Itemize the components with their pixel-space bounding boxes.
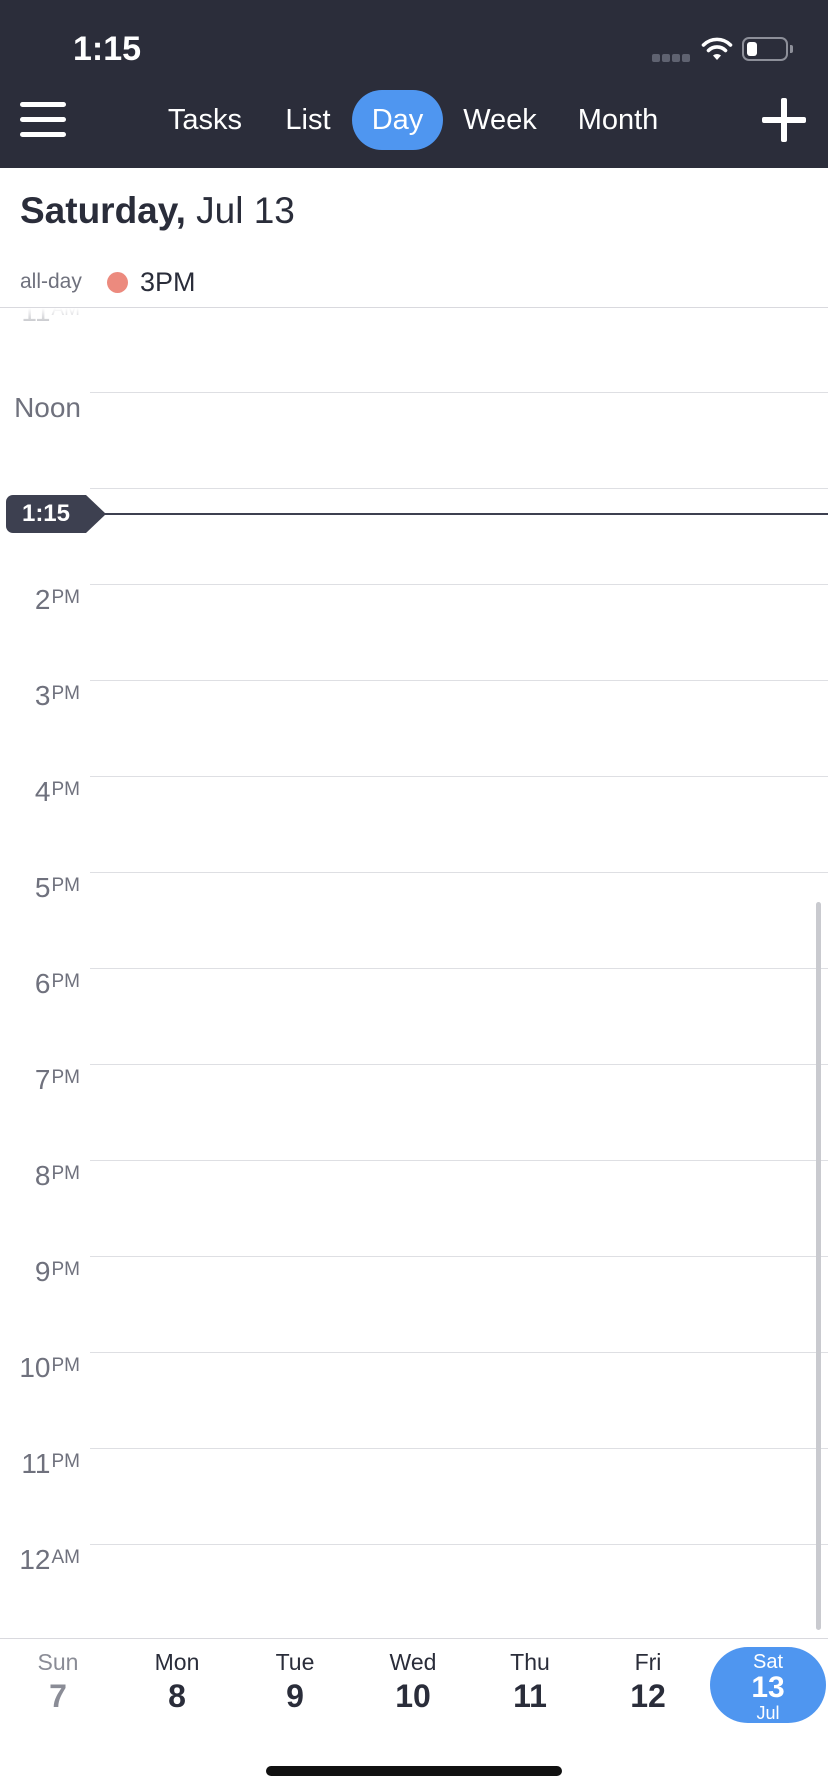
week-day-mon[interactable]: Mon 8 xyxy=(127,1648,227,1716)
hour-label-7pm: 7PM xyxy=(34,1064,80,1095)
all-day-event[interactable]: 3PM xyxy=(140,267,196,298)
week-day-thu[interactable]: Thu 11 xyxy=(480,1648,580,1716)
hour-label-8pm: 8PM xyxy=(34,1160,80,1191)
hour-line xyxy=(90,1448,828,1449)
week-day-wed[interactable]: Wed 10 xyxy=(363,1648,463,1716)
battery-level xyxy=(747,42,757,56)
tab-week[interactable]: Week xyxy=(457,90,543,150)
current-time-badge-pointer xyxy=(86,495,106,533)
week-day-fri[interactable]: Fri 12 xyxy=(598,1648,698,1716)
plus-icon[interactable] xyxy=(762,98,806,142)
tab-month[interactable]: Month xyxy=(568,90,668,150)
app-header: 1:15 Tasks List Day Week Month xyxy=(0,0,828,168)
tab-list[interactable]: List xyxy=(276,90,340,150)
event-color-dot-icon xyxy=(107,272,128,293)
tab-day[interactable]: Day xyxy=(352,90,443,150)
status-bar-time: 1:15 xyxy=(73,30,142,68)
week-day-tue[interactable]: Tue 9 xyxy=(245,1648,345,1716)
timeline-fade xyxy=(0,308,828,344)
current-time-line xyxy=(90,513,828,515)
hour-label-noon: Noon xyxy=(14,392,81,423)
week-day-sat-selected[interactable]: Sat 13 Jul xyxy=(710,1647,826,1723)
hour-label-3pm: 3PM xyxy=(34,680,80,711)
hour-label-11pm: 11PM xyxy=(21,1448,80,1479)
cellular-signal-icon xyxy=(652,54,692,62)
scrollbar[interactable] xyxy=(816,902,821,1630)
hour-line xyxy=(90,776,828,777)
hour-label-10pm: 10PM xyxy=(19,1352,80,1383)
hour-line xyxy=(90,968,828,969)
tab-tasks[interactable]: Tasks xyxy=(160,90,250,150)
hour-line xyxy=(90,1064,828,1065)
hour-label-5pm: 5PM xyxy=(34,872,80,903)
hour-line xyxy=(90,1160,828,1161)
hour-line xyxy=(90,1256,828,1257)
hour-label-4pm: 4PM xyxy=(34,776,80,807)
wifi-icon xyxy=(701,37,733,60)
hour-label-6pm: 6PM xyxy=(34,968,80,999)
hour-line xyxy=(90,1544,828,1545)
hour-line xyxy=(90,680,828,681)
date-text: Jul 13 xyxy=(196,190,295,231)
hour-line xyxy=(90,392,828,393)
all-day-label: all-day xyxy=(20,270,82,293)
hour-line xyxy=(90,1352,828,1353)
hour-line xyxy=(90,584,828,585)
hamburger-menu-icon[interactable] xyxy=(20,100,66,140)
day-timeline[interactable]: 11AM Noon 2PM 3PM 4PM 5PM 6PM 7PM 8PM 9P… xyxy=(0,308,828,1638)
hour-line xyxy=(90,488,828,489)
week-day-sun[interactable]: Sun 7 xyxy=(8,1648,108,1716)
hour-label-9pm: 9PM xyxy=(34,1256,80,1287)
battery-icon xyxy=(742,37,788,61)
divider xyxy=(0,1638,828,1639)
current-time-badge: 1:15 xyxy=(6,495,86,533)
home-indicator[interactable] xyxy=(266,1766,562,1776)
date-weekday: Saturday, xyxy=(20,190,186,231)
hour-line xyxy=(90,872,828,873)
hour-label-2pm: 2PM xyxy=(34,584,80,615)
hour-label-12am: 12AM xyxy=(19,1544,80,1575)
page-title: Saturday, Jul 13 xyxy=(20,190,295,232)
battery-cap xyxy=(790,45,793,53)
